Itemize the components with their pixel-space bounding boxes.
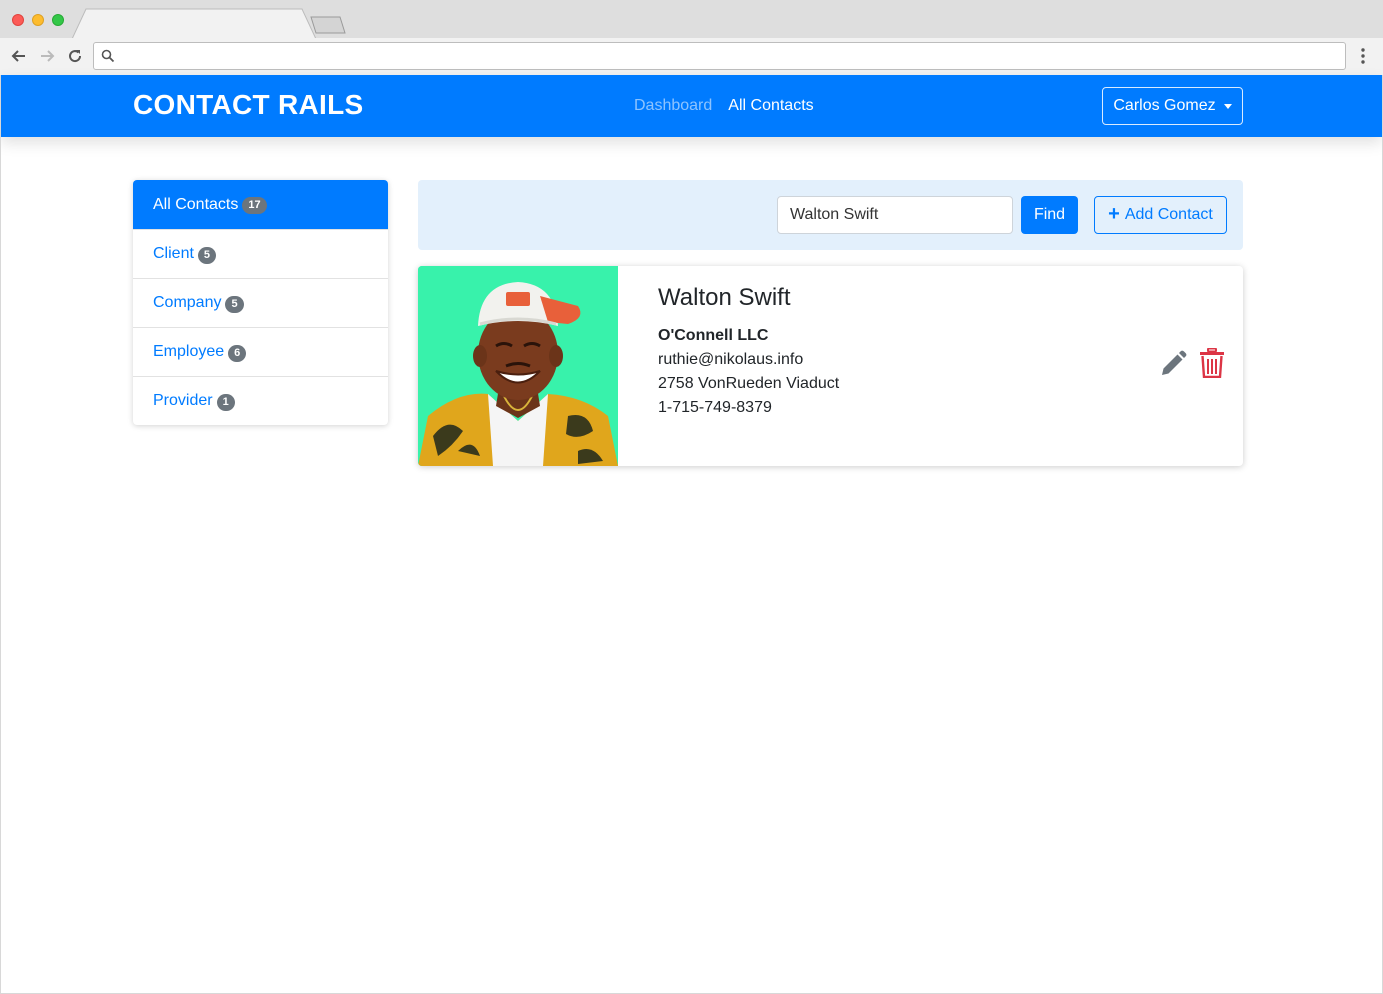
browser-toolbar — [0, 38, 1383, 75]
app-navbar: CONTACT RAILS Dashboard All Contacts Car… — [1, 75, 1382, 137]
new-tab-button[interactable] — [310, 16, 346, 34]
sidebar-item-company[interactable]: Company 5 — [133, 278, 388, 327]
plus-icon: + — [1108, 203, 1120, 225]
user-name: Carlos Gomez — [1113, 97, 1216, 114]
sidebar-item-provider[interactable]: Provider 1 — [133, 376, 388, 425]
contact-card: Walton Swift O'Connell LLC ruthie@nikola… — [418, 266, 1243, 466]
brand-logo[interactable]: CONTACT RAILS — [133, 89, 363, 121]
find-button[interactable]: Find — [1021, 196, 1078, 234]
forward-arrow-icon[interactable] — [37, 46, 57, 66]
sidebar-item-label: Employee — [153, 343, 225, 360]
reload-icon[interactable] — [65, 46, 85, 66]
minimize-window-button[interactable] — [32, 14, 44, 26]
sidebar-item-employee[interactable]: Employee 6 — [133, 327, 388, 376]
count-badge: 5 — [197, 246, 217, 264]
contact-avatar — [418, 266, 618, 466]
contact-address: 2758 VonRueden Viaduct — [658, 375, 840, 392]
contact-name: Walton Swift — [658, 284, 791, 311]
add-contact-button[interactable]: + Add Contact — [1094, 196, 1227, 234]
address-input[interactable] — [122, 46, 1322, 66]
contact-details: Walton Swift O'Connell LLC ruthie@nikola… — [658, 284, 839, 420]
contact-email: ruthie@nikolaus.info — [658, 351, 804, 368]
count-badge: 1 — [216, 393, 235, 411]
contact-phone: 1-715-749-8379 — [658, 399, 772, 416]
address-bar[interactable] — [93, 42, 1346, 70]
search-input[interactable] — [777, 196, 1013, 234]
count-badge: 17 — [242, 197, 267, 214]
nav-link-all-contacts[interactable]: All Contacts — [728, 97, 813, 115]
trash-icon[interactable] — [1199, 348, 1225, 378]
sidebar-item-all-contacts[interactable]: All Contacts 17 — [133, 180, 388, 229]
close-window-button[interactable] — [12, 14, 24, 26]
user-dropdown-button[interactable]: Carlos Gomez — [1102, 87, 1243, 125]
category-sidebar: All Contacts 17 Client 5 Company 5 Emplo… — [133, 180, 388, 425]
caret-down-icon — [1223, 103, 1232, 109]
sidebar-item-client[interactable]: Client 5 — [133, 229, 388, 278]
browser-chrome — [0, 0, 1383, 75]
nav-link-dashboard[interactable]: Dashboard — [634, 97, 712, 115]
sidebar-item-label: All Contacts — [153, 195, 239, 213]
count-badge: 5 — [225, 295, 244, 313]
back-arrow-icon[interactable] — [9, 46, 29, 66]
count-badge: 6 — [228, 344, 247, 362]
search-panel: Find + Add Contact — [418, 180, 1243, 250]
add-contact-label: Add Contact — [1124, 206, 1213, 223]
sidebar-item-label: Company — [153, 294, 222, 311]
maximize-window-button[interactable] — [52, 14, 64, 26]
sidebar-item-label: Provider — [153, 392, 213, 409]
nav-links: Dashboard All Contacts — [634, 97, 814, 115]
sidebar-item-label: Client — [153, 245, 194, 262]
pencil-icon[interactable] — [1159, 350, 1187, 378]
search-icon — [101, 49, 115, 63]
browser-tab[interactable] — [72, 8, 316, 40]
contact-company: O'Connell LLC — [658, 327, 769, 344]
browser-menu-icon[interactable] — [1355, 46, 1371, 66]
